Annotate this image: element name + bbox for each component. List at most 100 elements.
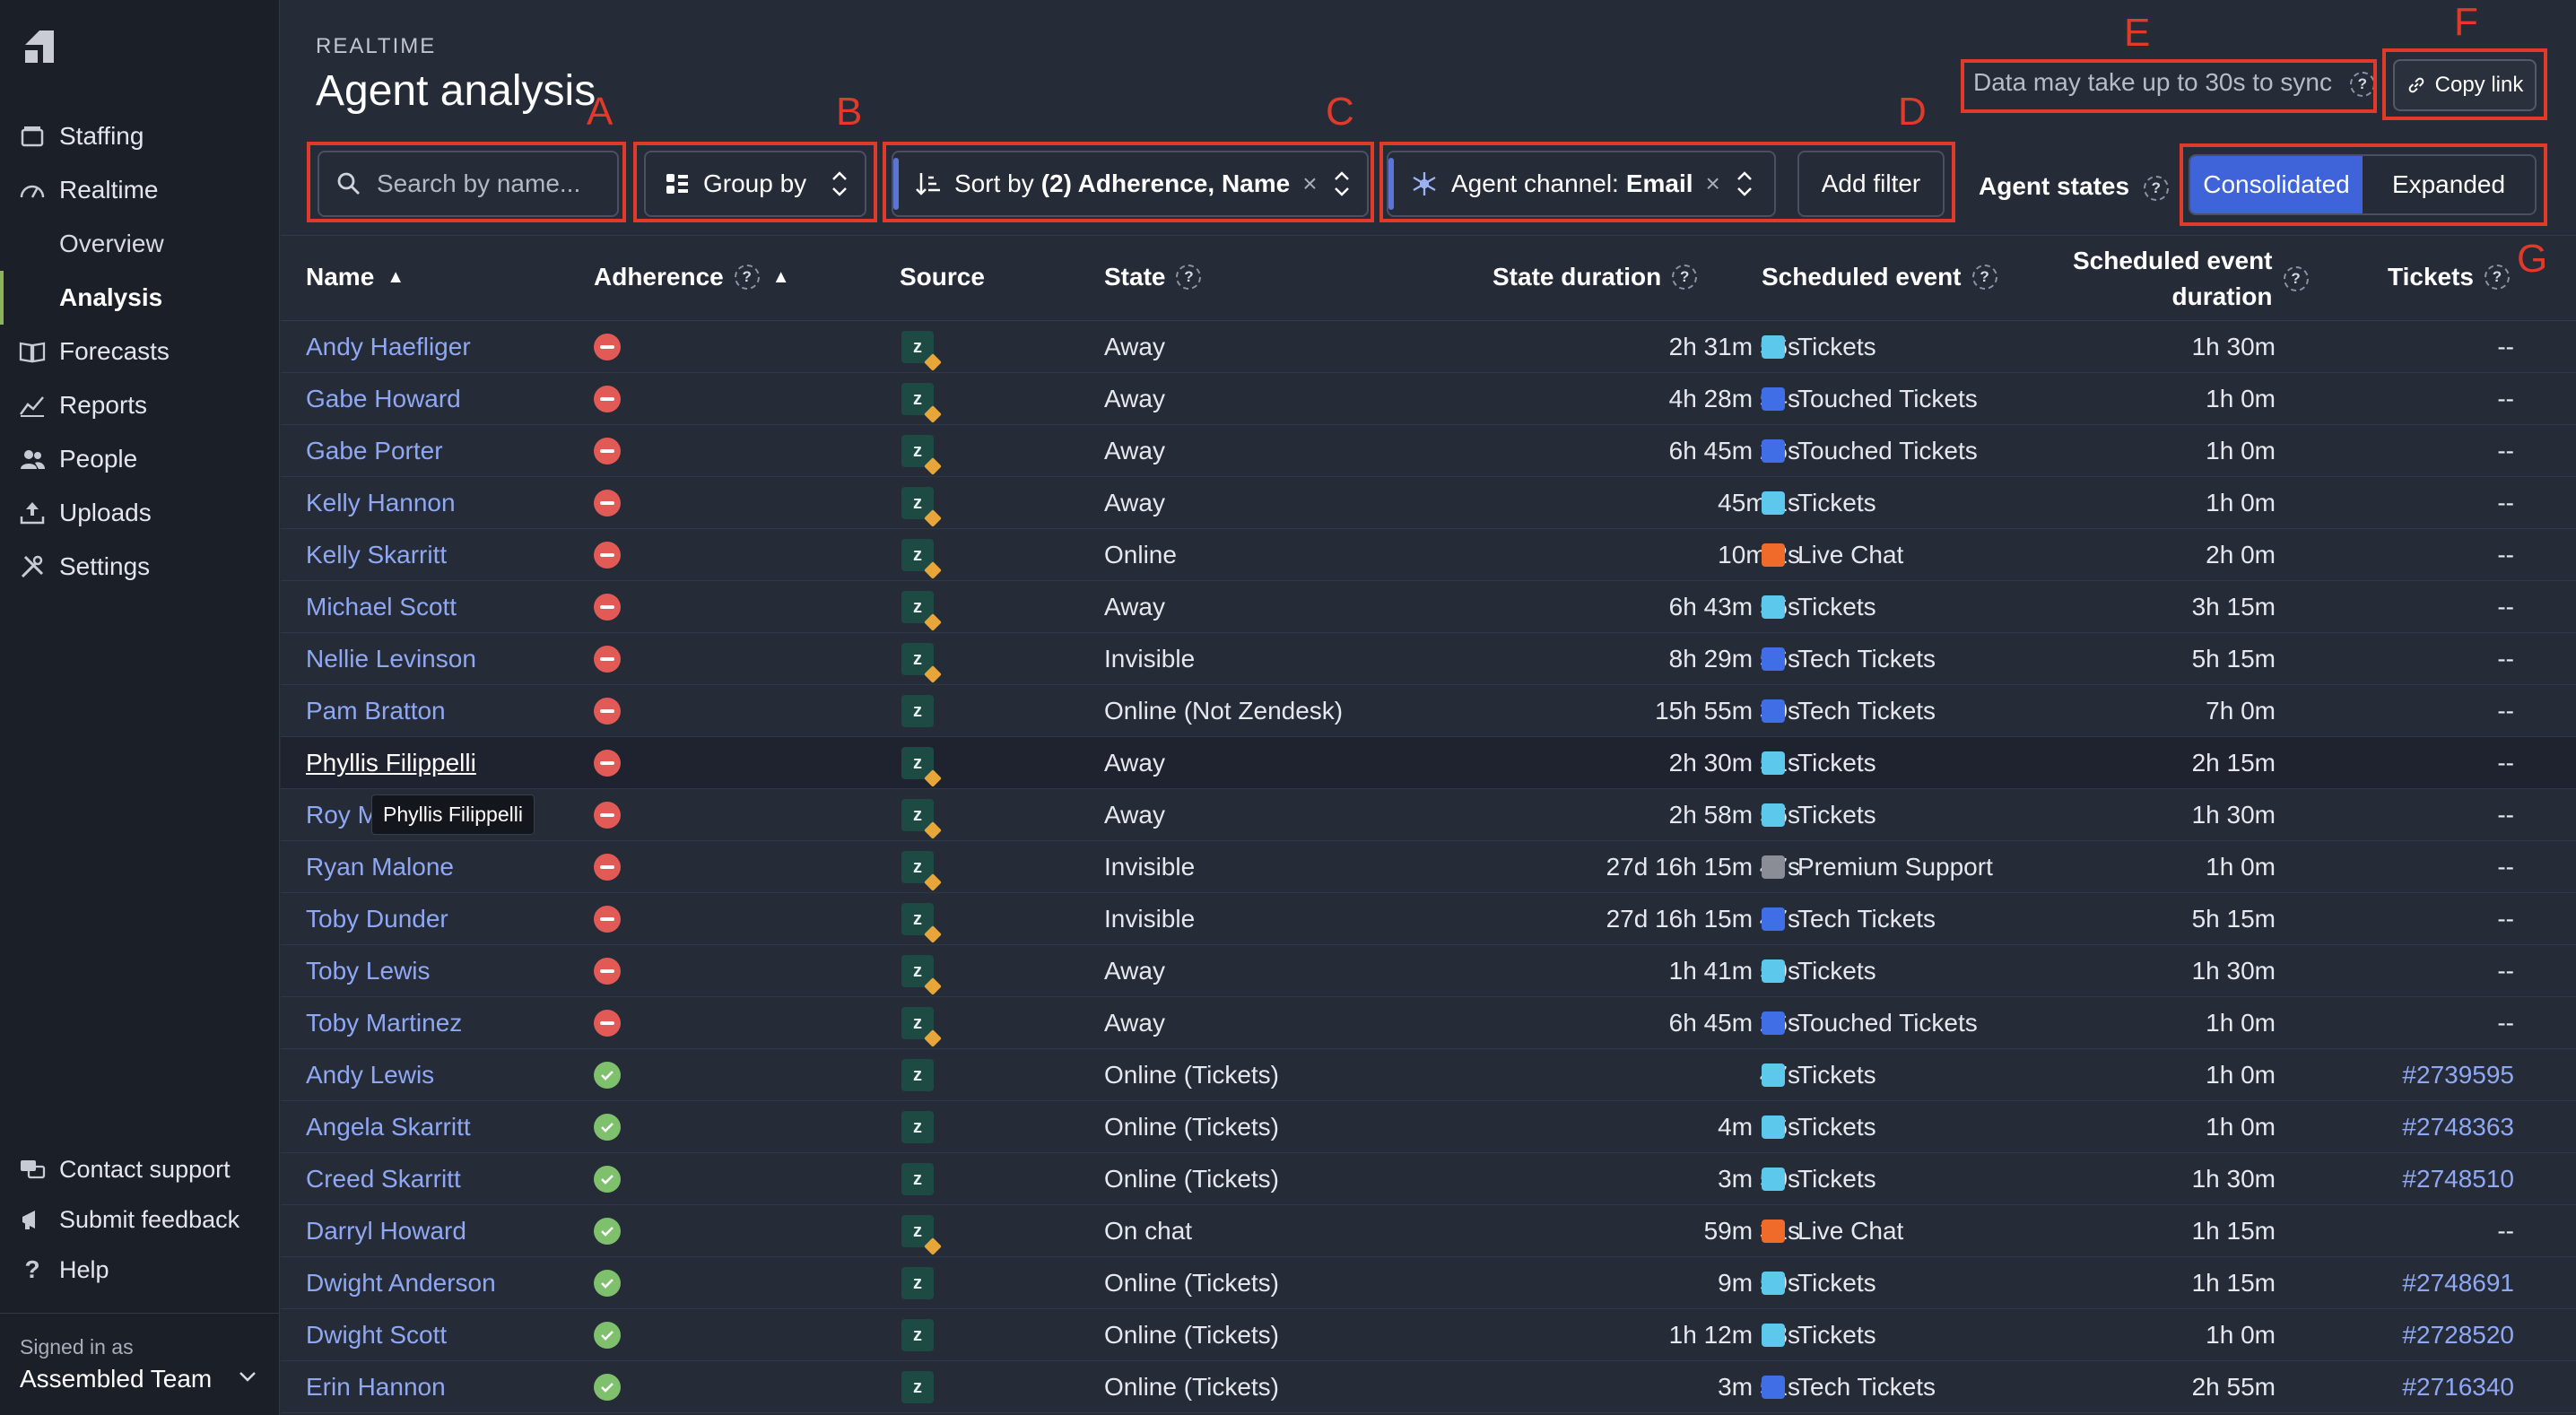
chevron-down-icon[interactable] [237, 1366, 258, 1387]
zendesk-source-icon: z [901, 903, 942, 943]
state-help-icon[interactable]: ? [1176, 265, 1202, 290]
out-of-adherence-icon [594, 906, 621, 933]
table-row[interactable]: Erin Hannon z Online (Tickets) 3m 51s Tech T… [281, 1361, 2576, 1413]
col-state-duration[interactable]: State duration ? [1493, 263, 1698, 291]
tickets-help-icon[interactable]: ? [2485, 265, 2510, 290]
event-color-swatch [1762, 1376, 1785, 1399]
agent-name-link[interactable]: Phyllis Filippelli [306, 749, 476, 777]
cell-name: Creed Skarritt [306, 1153, 461, 1205]
nav-staffing[interactable]: Staffing [0, 109, 280, 163]
scheduled-event-help-icon[interactable]: ? [1971, 265, 1997, 290]
table-row[interactable]: Ryan Malone z Invisible 27d 16h 15m 47s Prem… [281, 841, 2576, 893]
table-row[interactable]: Phyllis Filippelli z Away 2h 30m 51s Tickets… [281, 737, 2576, 789]
scheduled-event-label: Tickets [1797, 1269, 1876, 1297]
nav-forecasts[interactable]: Forecasts [0, 325, 280, 378]
agent-name-link[interactable]: Roy M [306, 801, 379, 829]
table-row[interactable]: Kelly Skarritt z Online 10m 2s Live Chat 2h 0… [281, 529, 2576, 581]
zendesk-source-icon: z [901, 1163, 934, 1195]
agent-name-link[interactable]: Erin Hannon [306, 1373, 446, 1402]
nav-people[interactable]: People [0, 432, 280, 486]
col-scheduled-event[interactable]: Scheduled event ? [1762, 263, 1997, 291]
col-scheduled-duration[interactable]: Scheduled event duration ? [2073, 243, 2309, 315]
table-row[interactable]: Creed Skarritt z Online (Tickets) 3m 50s Tic… [281, 1153, 2576, 1205]
agent-name-link[interactable]: Creed Skarritt [306, 1165, 461, 1194]
cell-source: z [901, 1361, 934, 1413]
table-row[interactable]: Toby Lewis z Away 1h 41m 59s Tickets 1h 30m -- [281, 945, 2576, 997]
ticket-link[interactable]: #2748510 [2402, 1165, 2514, 1194]
ticket-empty: -- [2497, 1009, 2514, 1037]
ticket-link[interactable]: #2716340 [2402, 1373, 2514, 1402]
agent-name-link[interactable]: Toby Dunder [306, 905, 448, 933]
scheduled-event-label: Tickets [1797, 749, 1876, 777]
table-row[interactable]: Andy Haefliger z Away 2h 31m 56s Tickets 1h 3… [281, 321, 2576, 373]
agent-name-link[interactable]: Kelly Hannon [306, 489, 456, 517]
ticket-link[interactable]: #2728520 [2402, 1321, 2514, 1350]
cell-adherence [594, 945, 621, 997]
nav-realtime[interactable]: Realtime [0, 163, 280, 217]
cell-source: z [901, 1049, 934, 1101]
signed-in-label: Signed in as [20, 1335, 134, 1359]
assembled-logo-icon[interactable] [20, 27, 59, 66]
table-row[interactable]: Gabe Porter z Away 6h 45m 26s Touched Ticket… [281, 425, 2576, 477]
ticket-link[interactable]: #2739595 [2402, 1061, 2514, 1089]
agent-name-link[interactable]: Andy Lewis [306, 1061, 434, 1089]
table-row[interactable]: Nellie Levinson z Invisible 8h 29m 56s Tech … [281, 633, 2576, 685]
nav-analysis[interactable]: Analysis [0, 271, 280, 325]
agent-name-link[interactable]: Pam Bratton [306, 697, 446, 725]
adherence-help-icon[interactable]: ? [734, 265, 760, 290]
agent-name-link[interactable]: Toby Lewis [306, 957, 431, 985]
col-source[interactable]: Source [900, 263, 985, 291]
agent-name-link[interactable]: Gabe Porter [306, 437, 443, 465]
nav-reports[interactable]: Reports [0, 378, 280, 432]
agent-name-link[interactable]: Michael Scott [306, 593, 457, 621]
table-row[interactable]: Andy Lewis z Online (Tickets) 47sTickets 1h … [281, 1049, 2576, 1101]
nav-settings[interactable]: Settings [0, 540, 280, 594]
source-glyph: z [913, 440, 922, 461]
cell-state: Away [1104, 489, 1165, 517]
nav-submit-feedback[interactable]: Submit feedback [0, 1194, 280, 1245]
nav-overview[interactable]: Overview [0, 217, 280, 271]
source-glyph: z [913, 908, 922, 929]
table-row[interactable]: Gabe Howard z Away 4h 28m 54s Touched Ticket… [281, 373, 2576, 425]
cell-scheduled-event: Tickets [1762, 581, 1876, 633]
table-row[interactable]: Darryl Howard z On chat 59m 31s Live Chat 1h … [281, 1205, 2576, 1257]
col-name[interactable]: Name ▲ [306, 263, 405, 291]
agent-name-link[interactable]: Nellie Levinson [306, 645, 476, 673]
source-glyph: z [913, 648, 922, 669]
ticket-link[interactable]: #2748691 [2402, 1269, 2514, 1298]
agent-name-link[interactable]: Toby Martinez [306, 1009, 462, 1037]
agent-name-link[interactable]: Kelly Skarritt [306, 541, 447, 569]
cell-scheduled-duration: 1h 15m [2191, 1269, 2276, 1297]
nav-help[interactable]: ? Help [0, 1245, 280, 1295]
scheduled-duration-help-icon[interactable]: ? [2283, 266, 2309, 291]
cell-adherence [594, 529, 621, 581]
table-row[interactable]: Toby Martinez z Away 6h 45m 26s Touched Tick… [281, 997, 2576, 1049]
agent-name-link[interactable]: Andy Haefliger [306, 333, 471, 361]
nav-contact-support[interactable]: Contact support [0, 1144, 280, 1194]
cell-state: Invisible [1104, 645, 1196, 673]
agent-name-link[interactable]: Angela Skarritt [306, 1113, 471, 1142]
agent-name-link[interactable]: Darryl Howard [306, 1217, 466, 1246]
table-row[interactable]: Toby Dunder z Invisible 27d 16h 15m 47s Tech… [281, 893, 2576, 945]
ticket-link[interactable]: #2748363 [2402, 1113, 2514, 1142]
agent-name-link[interactable]: Dwight Anderson [306, 1269, 496, 1298]
state-duration-help-icon[interactable]: ? [1672, 265, 1698, 290]
col-tickets[interactable]: Tickets ? [2388, 263, 2510, 291]
signed-in-panel[interactable]: Signed in as Assembled Team [0, 1313, 280, 1415]
col-state[interactable]: State ? [1104, 263, 1202, 291]
table-row[interactable]: Dwight Scott z Online (Tickets) 1h 12m 18s T… [281, 1309, 2576, 1361]
in-adherence-check-icon [594, 1322, 621, 1349]
ticket-empty: -- [2497, 801, 2514, 829]
agent-name-link[interactable]: Gabe Howard [306, 385, 461, 413]
table-row[interactable]: Pam Bratton z Online (Not Zendesk) 15h 55m … [281, 685, 2576, 737]
agent-states-help-icon[interactable]: ? [2143, 175, 2169, 201]
table-row[interactable]: Dwight Anderson z Online (Tickets) 9m 59s Ti… [281, 1257, 2576, 1309]
table-row[interactable]: Angela Skarritt z Online (Tickets) 4m 16s Ti… [281, 1101, 2576, 1153]
table-row[interactable]: Michael Scott z Away 6h 43m 56s Tickets 3h 15… [281, 581, 2576, 633]
table-row[interactable]: Roy M z Away 2h 58m 56s Tickets 1h 30m -- [281, 789, 2576, 841]
table-row[interactable]: Kelly Hannon z Away 45m 1s Tickets 1h 0m -- [281, 477, 2576, 529]
agent-name-link[interactable]: Dwight Scott [306, 1321, 447, 1350]
nav-uploads[interactable]: Uploads [0, 486, 280, 540]
col-adherence[interactable]: Adherence ? ▲ [594, 263, 790, 291]
agent-name-link[interactable]: Ryan Malone [306, 853, 454, 881]
